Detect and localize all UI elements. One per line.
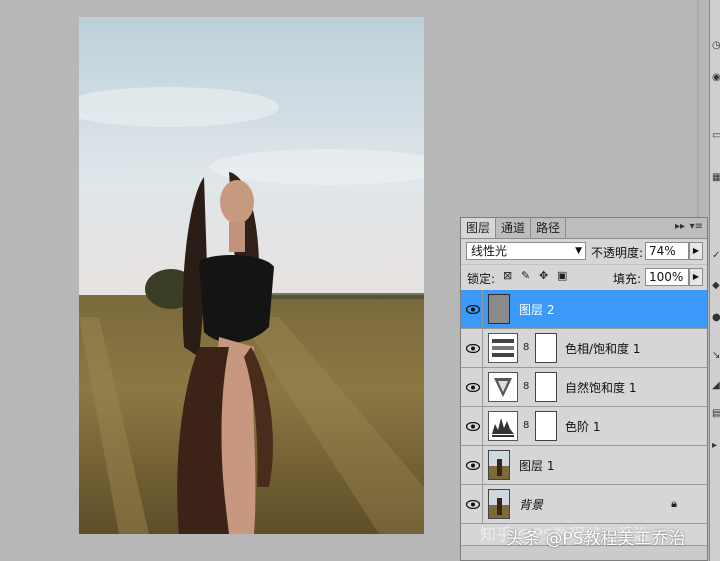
dropdown-arrow-icon: ▼ [575, 246, 582, 256]
layer-thumbnail [488, 489, 510, 519]
blend-mode-value: 线性光 [471, 244, 508, 258]
lock-icon: 🔒︎ [671, 497, 677, 510]
opacity-slider-arrow[interactable]: ▶ [689, 242, 703, 260]
eye-icon[interactable] [464, 368, 483, 406]
watermark-text: 头条 @PS教程美工乔治 [506, 529, 686, 549]
opacity-input[interactable]: 74% [645, 242, 689, 260]
blend-mode-select[interactable]: 线性光 ▼ [466, 242, 586, 260]
layer-name[interactable]: 图层 1 [519, 457, 554, 474]
tool-icon[interactable]: ◆ [712, 280, 720, 292]
tab-paths[interactable]: 路径 [531, 218, 567, 238]
layer-row[interactable]: 图层 1 [461, 446, 707, 485]
layers-panel: 图层 通道 路径 ▸▸ ▾≡ 线性光 ▼ 不透明度: 74% ▶ 锁定: ⊠ ✎… [460, 217, 708, 561]
vibrance-icon [488, 372, 518, 402]
layer-row[interactable]: 图层 2 [461, 290, 707, 329]
canvas-photo[interactable] [79, 17, 424, 534]
tool-icon[interactable]: ● [712, 312, 720, 324]
eye-icon[interactable] [464, 329, 483, 367]
layer-name[interactable]: 色阶 1 [565, 418, 600, 435]
layer-mask-thumbnail[interactable] [535, 333, 557, 363]
layer-mask-thumbnail[interactable] [535, 372, 557, 402]
layer-thumbnail [488, 294, 510, 324]
tool-icon[interactable]: ↘ [712, 350, 720, 362]
tab-layers[interactable]: 图层 [461, 218, 497, 238]
layer-row[interactable]: 8 色相/饱和度 1 [461, 329, 707, 368]
brush-icon[interactable]: ✎ [521, 270, 532, 282]
tab-channels[interactable]: 通道 [496, 218, 532, 238]
fill-input[interactable]: 100% [645, 268, 689, 286]
lock-fill-row: 锁定: ⊠ ✎ ✥ ▣ 填充: 100% ▶ [461, 265, 707, 291]
portrait-photo [79, 17, 424, 534]
eye-icon[interactable] [464, 446, 483, 484]
layer-thumbnail [488, 450, 510, 480]
layer-row[interactable]: 8 自然饱和度 1 [461, 368, 707, 407]
opacity-label: 不透明度: [591, 246, 644, 260]
blend-opacity-row: 线性光 ▼ 不透明度: 74% ▶ [461, 239, 707, 265]
fill-label: 填充: [613, 272, 642, 286]
layer-name[interactable]: 色相/饱和度 1 [565, 340, 641, 357]
layer-mask-thumbnail[interactable] [535, 411, 557, 441]
tool-icon[interactable]: ▭ [712, 130, 720, 142]
tool-icon[interactable]: ◉ [712, 72, 720, 84]
layer-row[interactable]: 8 色阶 1 [461, 407, 707, 446]
checker-icon[interactable]: ⊠ [503, 270, 514, 282]
layer-name[interactable]: 自然饱和度 1 [565, 379, 636, 396]
tools-strip: ◷ ◉ ▭ ▦ ✓ ◆ ● ↘ ◢ ▤ ▸ [709, 0, 720, 561]
eye-icon[interactable] [464, 407, 483, 445]
levels-icon [488, 411, 518, 441]
lock-label: 锁定: [467, 272, 496, 286]
tool-icon[interactable]: ◢ [712, 380, 720, 392]
layer-name[interactable]: 背景 [519, 496, 543, 513]
eye-icon[interactable] [464, 290, 483, 328]
tool-icon[interactable]: ◷ [712, 40, 720, 52]
tool-icon[interactable]: ▤ [712, 408, 720, 420]
layer-list: 图层 2 8 色相/饱和度 1 8 自然饱和度 1 8 色阶 1 图层 1 背景… [461, 290, 707, 524]
panel-tab-bar: 图层 通道 路径 ▸▸ ▾≡ [461, 218, 707, 239]
tool-icon[interactable]: ▸ [712, 440, 720, 452]
layer-name[interactable]: 图层 2 [519, 301, 554, 318]
tool-icon[interactable]: ▦ [712, 172, 720, 184]
panel-menu-icon[interactable]: ▾≡ [690, 221, 703, 232]
collapse-icon[interactable]: ▸▸ [675, 221, 685, 232]
fill-slider-arrow[interactable]: ▶ [689, 268, 703, 286]
layer-row[interactable]: 背景 🔒︎ [461, 485, 707, 524]
chain-link-icon: 8 [523, 420, 530, 431]
move-icon[interactable]: ✥ [539, 270, 550, 282]
chain-link-icon: 8 [523, 342, 530, 353]
brush-tool-icon[interactable]: ✓ [712, 250, 720, 262]
lock-icon[interactable]: ▣ [557, 270, 568, 282]
eye-icon[interactable] [464, 485, 483, 523]
chain-link-icon: 8 [523, 381, 530, 392]
hue-saturation-icon [488, 333, 518, 363]
